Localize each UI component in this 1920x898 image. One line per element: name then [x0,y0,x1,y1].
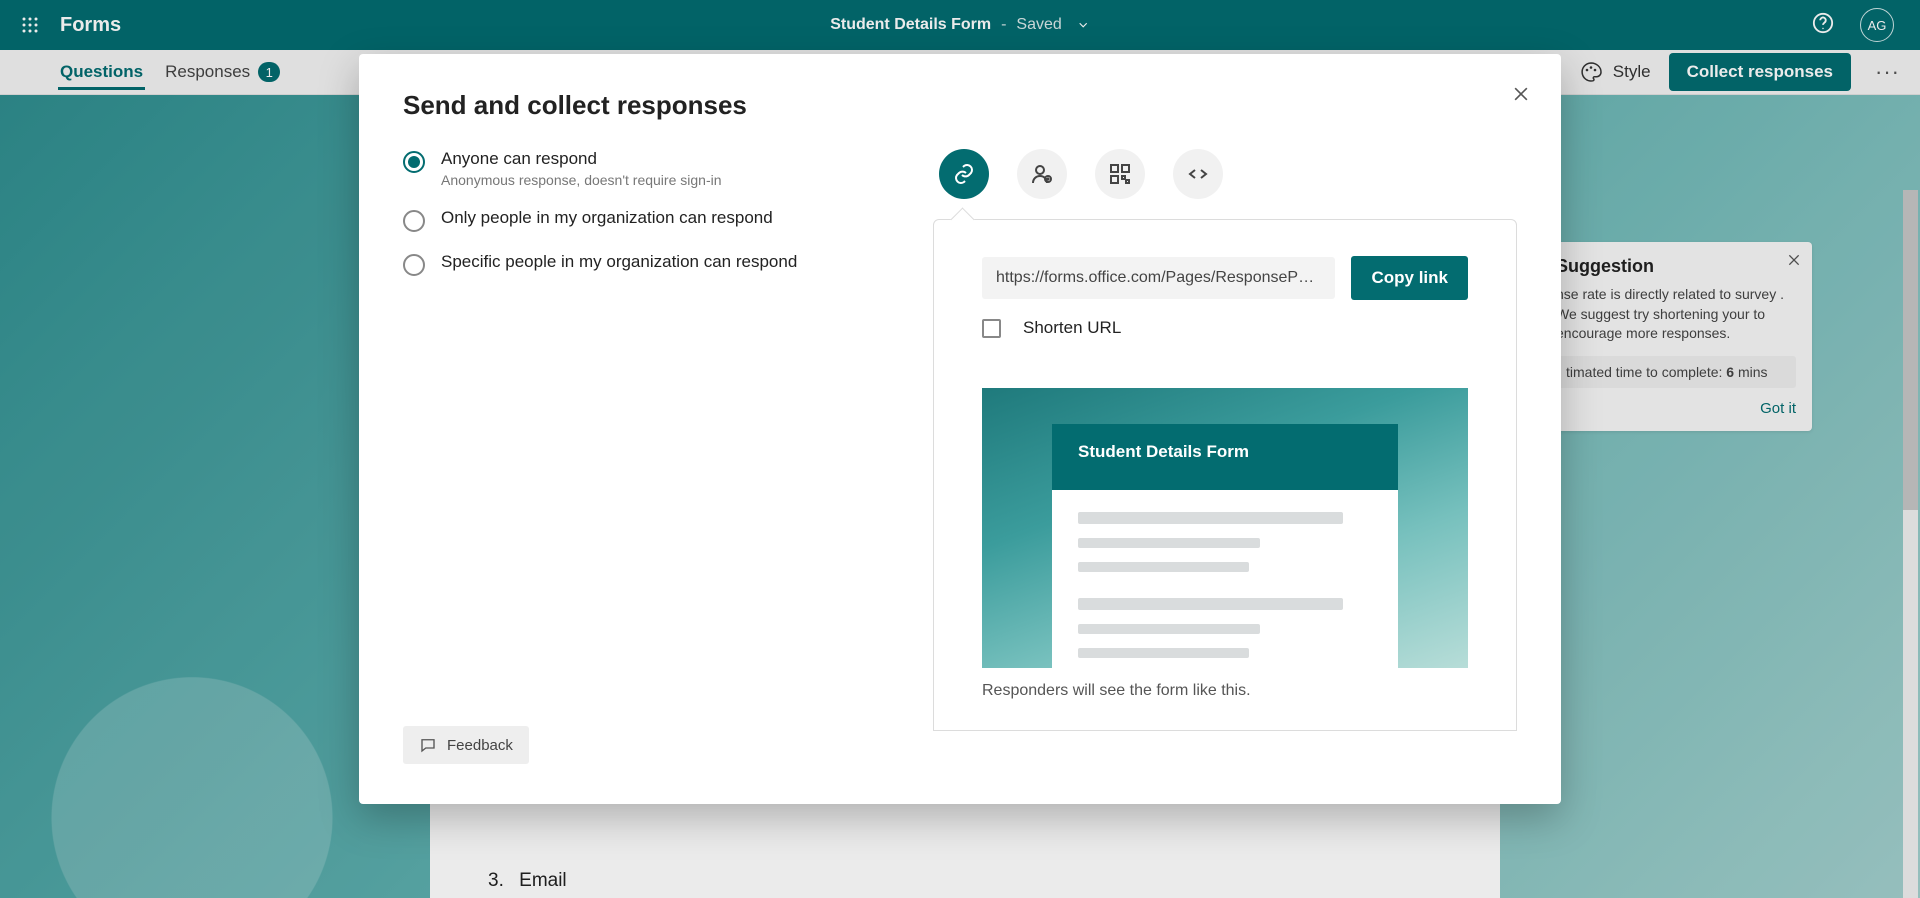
radio-specific[interactable]: Specific people in my organization can r… [403,252,823,276]
placeholder-line [1078,648,1249,658]
modal-title: Send and collect responses [403,90,1517,121]
radio-anyone-label: Anyone can respond [441,149,722,169]
share-tab-invite[interactable] [1017,149,1067,199]
shorten-url-row[interactable]: Shorten URL [982,318,1468,338]
radio-org[interactable]: Only people in my organization can respo… [403,208,823,232]
radio-specific-label: Specific people in my organization can r… [441,252,797,272]
feedback-label: Feedback [447,737,513,754]
shorten-url-checkbox[interactable] [982,319,1001,338]
link-icon [952,162,976,186]
radio-anyone-indicator [403,151,425,173]
chat-icon [419,736,437,754]
audience-radio-group: Anyone can respond Anonymous response, d… [403,149,823,276]
placeholder-line [1078,624,1260,634]
embed-icon [1186,162,1210,186]
share-tab-qr[interactable] [1095,149,1145,199]
placeholder-line [1078,598,1343,610]
preview-form-title: Student Details Form [1052,424,1398,480]
shorten-url-label: Shorten URL [1023,318,1121,338]
share-tab-link[interactable] [939,149,989,199]
form-preview: Student Details Form [982,388,1468,668]
qr-icon [1108,162,1132,186]
placeholder-line [1078,538,1260,548]
radio-anyone[interactable]: Anyone can respond Anonymous response, d… [403,149,823,188]
send-collect-modal: Send and collect responses Anyone can re… [359,54,1561,804]
share-link-field[interactable]: https://forms.office.com/Pages/ResponseP… [982,257,1335,299]
placeholder-line [1078,562,1249,572]
radio-org-indicator [403,210,425,232]
link-panel: https://forms.office.com/Pages/ResponseP… [933,219,1517,731]
radio-org-label: Only people in my organization can respo… [441,208,773,228]
copy-link-button[interactable]: Copy link [1351,256,1468,300]
modal-overlay: Send and collect responses Anyone can re… [0,0,1920,898]
share-method-tabs [939,149,1517,199]
share-tab-embed[interactable] [1173,149,1223,199]
placeholder-line [1078,512,1343,524]
radio-specific-indicator [403,254,425,276]
preview-caption: Responders will see the form like this. [982,682,1468,700]
person-plus-icon [1030,162,1054,186]
radio-anyone-sub: Anonymous response, doesn't require sign… [441,172,722,188]
feedback-button[interactable]: Feedback [403,726,529,764]
modal-close-icon[interactable] [1511,84,1531,109]
